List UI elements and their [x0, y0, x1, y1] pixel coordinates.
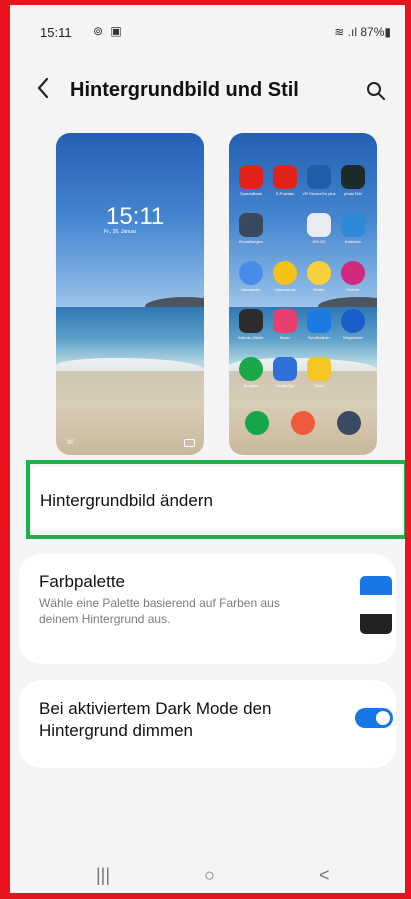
dock: [229, 411, 377, 441]
home-button[interactable]: ○: [204, 865, 215, 886]
status-time: 15:11: [40, 25, 72, 40]
palette-swatch-accent: [360, 576, 392, 595]
status-right-icons: ≋ .ıl 87%▮: [334, 25, 391, 39]
lock-date: Fr., 26. Januar: [104, 229, 137, 235]
dark-mode-dim-toggle[interactable]: [355, 708, 393, 728]
screen: 15:11 ⊚ ▣ ≋ .ıl 87%▮ Hintergrundbild und…: [10, 5, 408, 893]
camera-shortcut-icon: [184, 439, 195, 447]
recents-button[interactable]: |||: [96, 865, 110, 886]
app-icon-input: Eingabe: [239, 357, 263, 388]
app-icon-pushtan: S-Pushtan: [273, 165, 297, 196]
annotation-frame-bottom: [0, 893, 411, 899]
color-palette-title: Farbpalette: [39, 572, 125, 591]
app-icon-nebenan: nebenan.de: [273, 261, 297, 292]
app-icon-weather: Wetter: [307, 261, 331, 292]
home-screen-preview[interactable]: SpardaBank S-Pushtan VR SecureGo plus ph…: [229, 133, 377, 455]
back-arrow-icon[interactable]: [36, 77, 58, 105]
apps-drawer-icon: [337, 411, 361, 435]
phone-shortcut-icon: ☏: [65, 437, 76, 446]
app-icon-settings: Einstellungen: [239, 213, 263, 244]
battery-icon: ▮: [384, 25, 391, 39]
wifi-signal-icon: ≋ .ıl: [334, 25, 361, 39]
navigation-bar: ||| ○ <: [10, 863, 405, 893]
contacts-app-icon: [291, 411, 315, 435]
app-icon-calendar: Kalender: [341, 213, 365, 244]
app-bar: Hintergrundbild und Stil: [10, 67, 405, 115]
status-notification-icons: ⊚ ▣: [93, 24, 124, 38]
app-icon-translate: Übersetzer: [239, 261, 263, 292]
color-palette-item[interactable]: Farbpalette Wähle eine Palette basierend…: [19, 554, 396, 664]
dark-mode-dim-label: Bei aktiviertem Dark Mode den Hintergrun…: [39, 699, 272, 740]
back-button[interactable]: <: [319, 865, 330, 886]
lock-screen-preview[interactable]: 15:11 Fr., 26. Januar ☏: [56, 133, 204, 455]
battery-percent: 87%: [360, 25, 385, 39]
app-icon-gallery: Galerie: [341, 261, 365, 292]
highlight-annotation: [26, 460, 408, 539]
phone-app-icon: [245, 411, 269, 435]
app-icon-music: Music: [273, 309, 297, 340]
status-bar: 15:11 ⊚ ▣ ≋ .ıl 87%▮: [10, 5, 405, 55]
app-icon-whatsapp: WhatsApp: [273, 357, 297, 388]
color-palette-description: Wähle eine Palette basierend auf Farben …: [39, 596, 280, 626]
app-icon-vr-securego: VR SecureGo plus: [302, 165, 336, 196]
app-icon-tips: Tipps: [307, 357, 331, 388]
palette-swatch-dark: [360, 614, 392, 634]
app-icon-sparda: SpardaBank: [239, 165, 263, 196]
app-icon-wn-oz: WN OZ: [307, 213, 331, 244]
dark-mode-dim-item[interactable]: Bei aktiviertem Dark Mode den Hintergrun…: [19, 680, 396, 768]
wallpaper-sand: [56, 371, 204, 455]
app-icon-wegweiser: Wegweiser: [341, 309, 365, 340]
toggle-knob: [376, 711, 390, 725]
search-icon[interactable]: [365, 80, 387, 102]
app-icon-steps: Schrittzähler: [307, 309, 331, 340]
palette-swatch: [360, 576, 392, 634]
page-title: Hintergrundbild und Stil: [70, 79, 299, 101]
app-icon-phototan: photoTAN: [341, 165, 365, 196]
palette-swatch-light: [360, 595, 392, 614]
app-icon-calorie: Kalorie-Zähler: [238, 309, 264, 340]
lock-clock: 15:11: [106, 203, 165, 230]
